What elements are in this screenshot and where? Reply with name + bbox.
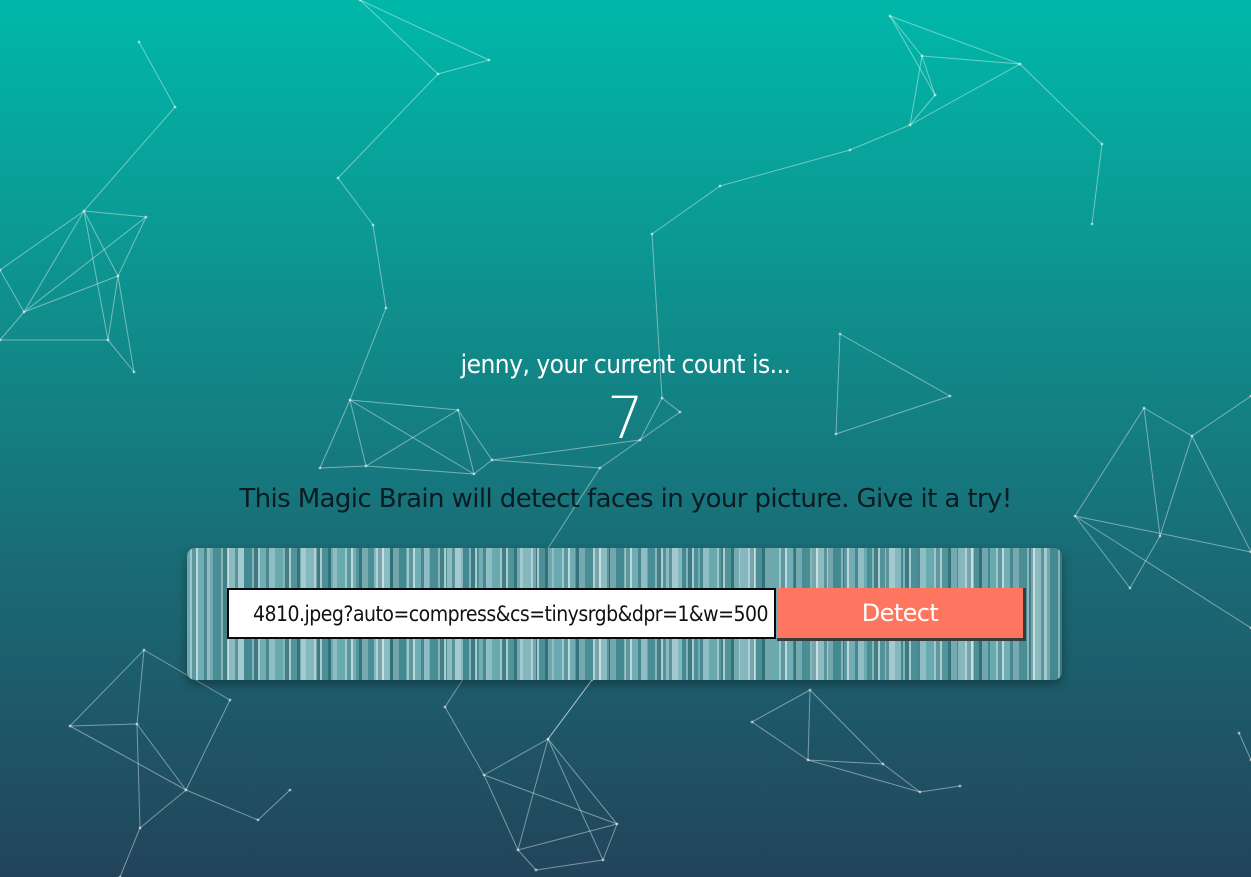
- page-description: This Magic Brain will detect faces in yo…: [239, 484, 1012, 514]
- image-url-input[interactable]: [227, 588, 776, 639]
- entry-count: 7: [607, 384, 644, 452]
- count-greeting: jenny, your current count is...: [460, 350, 791, 380]
- detect-button[interactable]: Detect: [777, 588, 1026, 641]
- image-url-form: Detect: [187, 548, 1062, 680]
